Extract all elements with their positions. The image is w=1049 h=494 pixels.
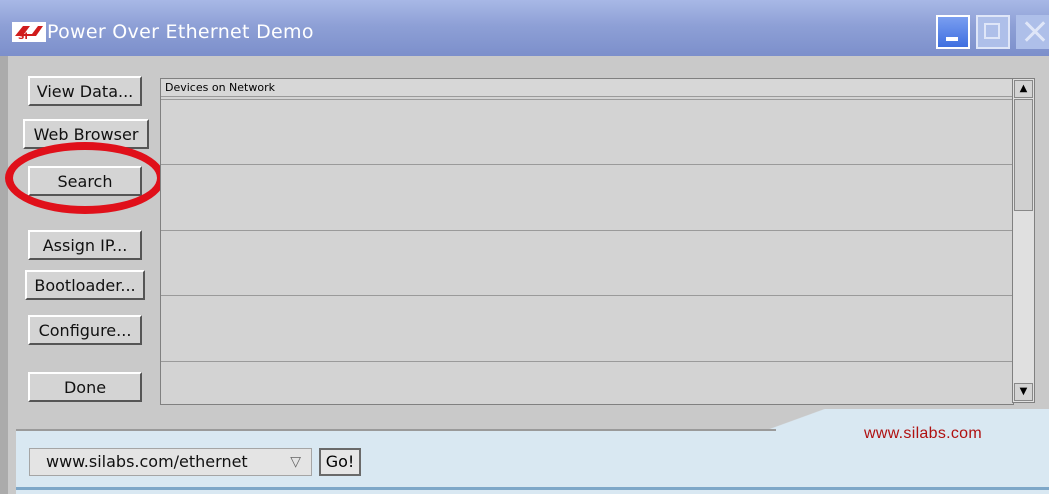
maximize-button[interactable] bbox=[976, 15, 1010, 49]
search-button[interactable]: Search bbox=[28, 166, 142, 196]
list-row-divider bbox=[161, 361, 1013, 362]
scroll-up-arrow-icon[interactable]: ▲ bbox=[1014, 80, 1033, 98]
close-button[interactable] bbox=[1016, 15, 1049, 49]
window-left-border bbox=[0, 56, 8, 494]
url-dropdown[interactable]: www.silabs.com/ethernet ▽ bbox=[29, 448, 312, 476]
scrollbar-thumb[interactable] bbox=[1014, 99, 1033, 211]
scroll-down-arrow-icon[interactable]: ▼ bbox=[1014, 383, 1033, 401]
list-row-divider bbox=[161, 99, 1013, 100]
footer-bottom-line bbox=[16, 487, 1049, 490]
done-button[interactable]: Done bbox=[28, 372, 142, 402]
footer-divider-slope bbox=[766, 409, 826, 429]
url-dropdown-value: www.silabs.com/ethernet bbox=[46, 452, 248, 471]
devices-list[interactable]: Devices on Network bbox=[160, 78, 1014, 405]
silabs-logo-icon: SI bbox=[12, 22, 46, 42]
app-window: SI Power Over Ethernet Demo View Data...… bbox=[0, 0, 1049, 494]
list-row-divider bbox=[161, 295, 1013, 296]
logo-text: SI bbox=[18, 32, 28, 42]
brand-url-text: www.silabs.com bbox=[864, 425, 983, 442]
devices-list-scrollbar[interactable]: ▲ ▼ bbox=[1012, 78, 1035, 403]
list-row-divider bbox=[161, 230, 1013, 231]
footer-divider bbox=[16, 409, 776, 431]
title-bar[interactable]: SI Power Over Ethernet Demo bbox=[0, 0, 1049, 56]
view-data-button[interactable]: View Data... bbox=[28, 76, 142, 106]
bootloader-button[interactable]: Bootloader... bbox=[25, 270, 145, 300]
chevron-down-icon[interactable]: ▽ bbox=[290, 449, 301, 475]
configure-button[interactable]: Configure... bbox=[28, 315, 142, 345]
window-title: Power Over Ethernet Demo bbox=[47, 21, 314, 43]
go-button[interactable]: Go! bbox=[319, 448, 361, 476]
list-row-divider bbox=[161, 164, 1013, 165]
minimize-button[interactable] bbox=[936, 15, 970, 49]
web-browser-button[interactable]: Web Browser bbox=[23, 119, 149, 149]
assign-ip-button[interactable]: Assign IP... bbox=[28, 230, 142, 260]
devices-list-header[interactable]: Devices on Network bbox=[161, 79, 1013, 97]
